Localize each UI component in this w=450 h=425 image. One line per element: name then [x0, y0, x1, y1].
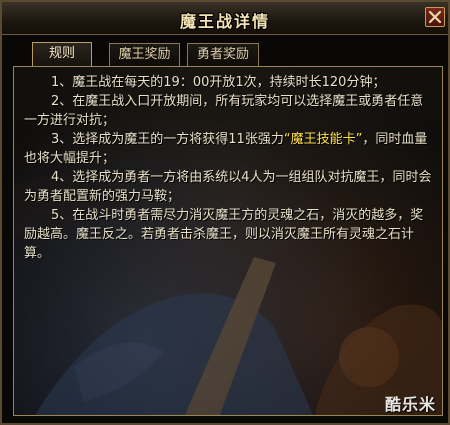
- watermark: 酷乐米: [384, 395, 436, 414]
- event-detail-window: 魔王战详情 规则 魔王奖励 勇者奖励 1、魔王战在每天的19：00开放1次，持续…: [0, 0, 450, 425]
- demon-king-skill-card-highlight: “魔王技能卡”: [283, 132, 363, 147]
- rules-panel: 1、魔王战在每天的19：00开放1次，持续时长120分钟； 2、在魔王战入口开放…: [13, 66, 443, 416]
- close-button[interactable]: [425, 7, 445, 27]
- rules-text: 1、魔王战在每天的19：00开放1次，持续时长120分钟； 2、在魔王战入口开放…: [24, 73, 432, 263]
- tab-rules[interactable]: 规则: [32, 42, 92, 68]
- window-title: 魔王战详情: [179, 12, 270, 31]
- rule-item-3: 3、选择成为魔王的一方将获得11张强力“魔王技能卡”，同时血量也将大幅提升；: [24, 130, 432, 168]
- rule-item-1: 1、魔王战在每天的19：00开放1次，持续时长120分钟；: [51, 75, 386, 90]
- title-bar: 魔王战详情: [2, 2, 448, 35]
- rule-item-5: 5、在战斗时勇者需尽力消灭魔王方的灵魂之石，消灭的越多，奖励越高。魔王反之。若勇…: [24, 208, 424, 261]
- rule-item-4: 4、选择成为勇者一方将由系统以4人为一组组队对抗魔王，同时会为勇者配置新的强力马…: [24, 170, 432, 204]
- rule-3-text-start: 3、选择成为魔王的一方将获得11张强力: [51, 132, 284, 147]
- rule-item-2: 2、在魔王战入口开放期间，所有玩家均可以选择魔王或勇者任意一方进行对抗；: [24, 94, 424, 128]
- close-icon: [428, 10, 442, 24]
- tab-demon-king-rewards[interactable]: 魔王奖励: [109, 43, 180, 67]
- tab-hero-rewards[interactable]: 勇者奖励: [187, 43, 259, 67]
